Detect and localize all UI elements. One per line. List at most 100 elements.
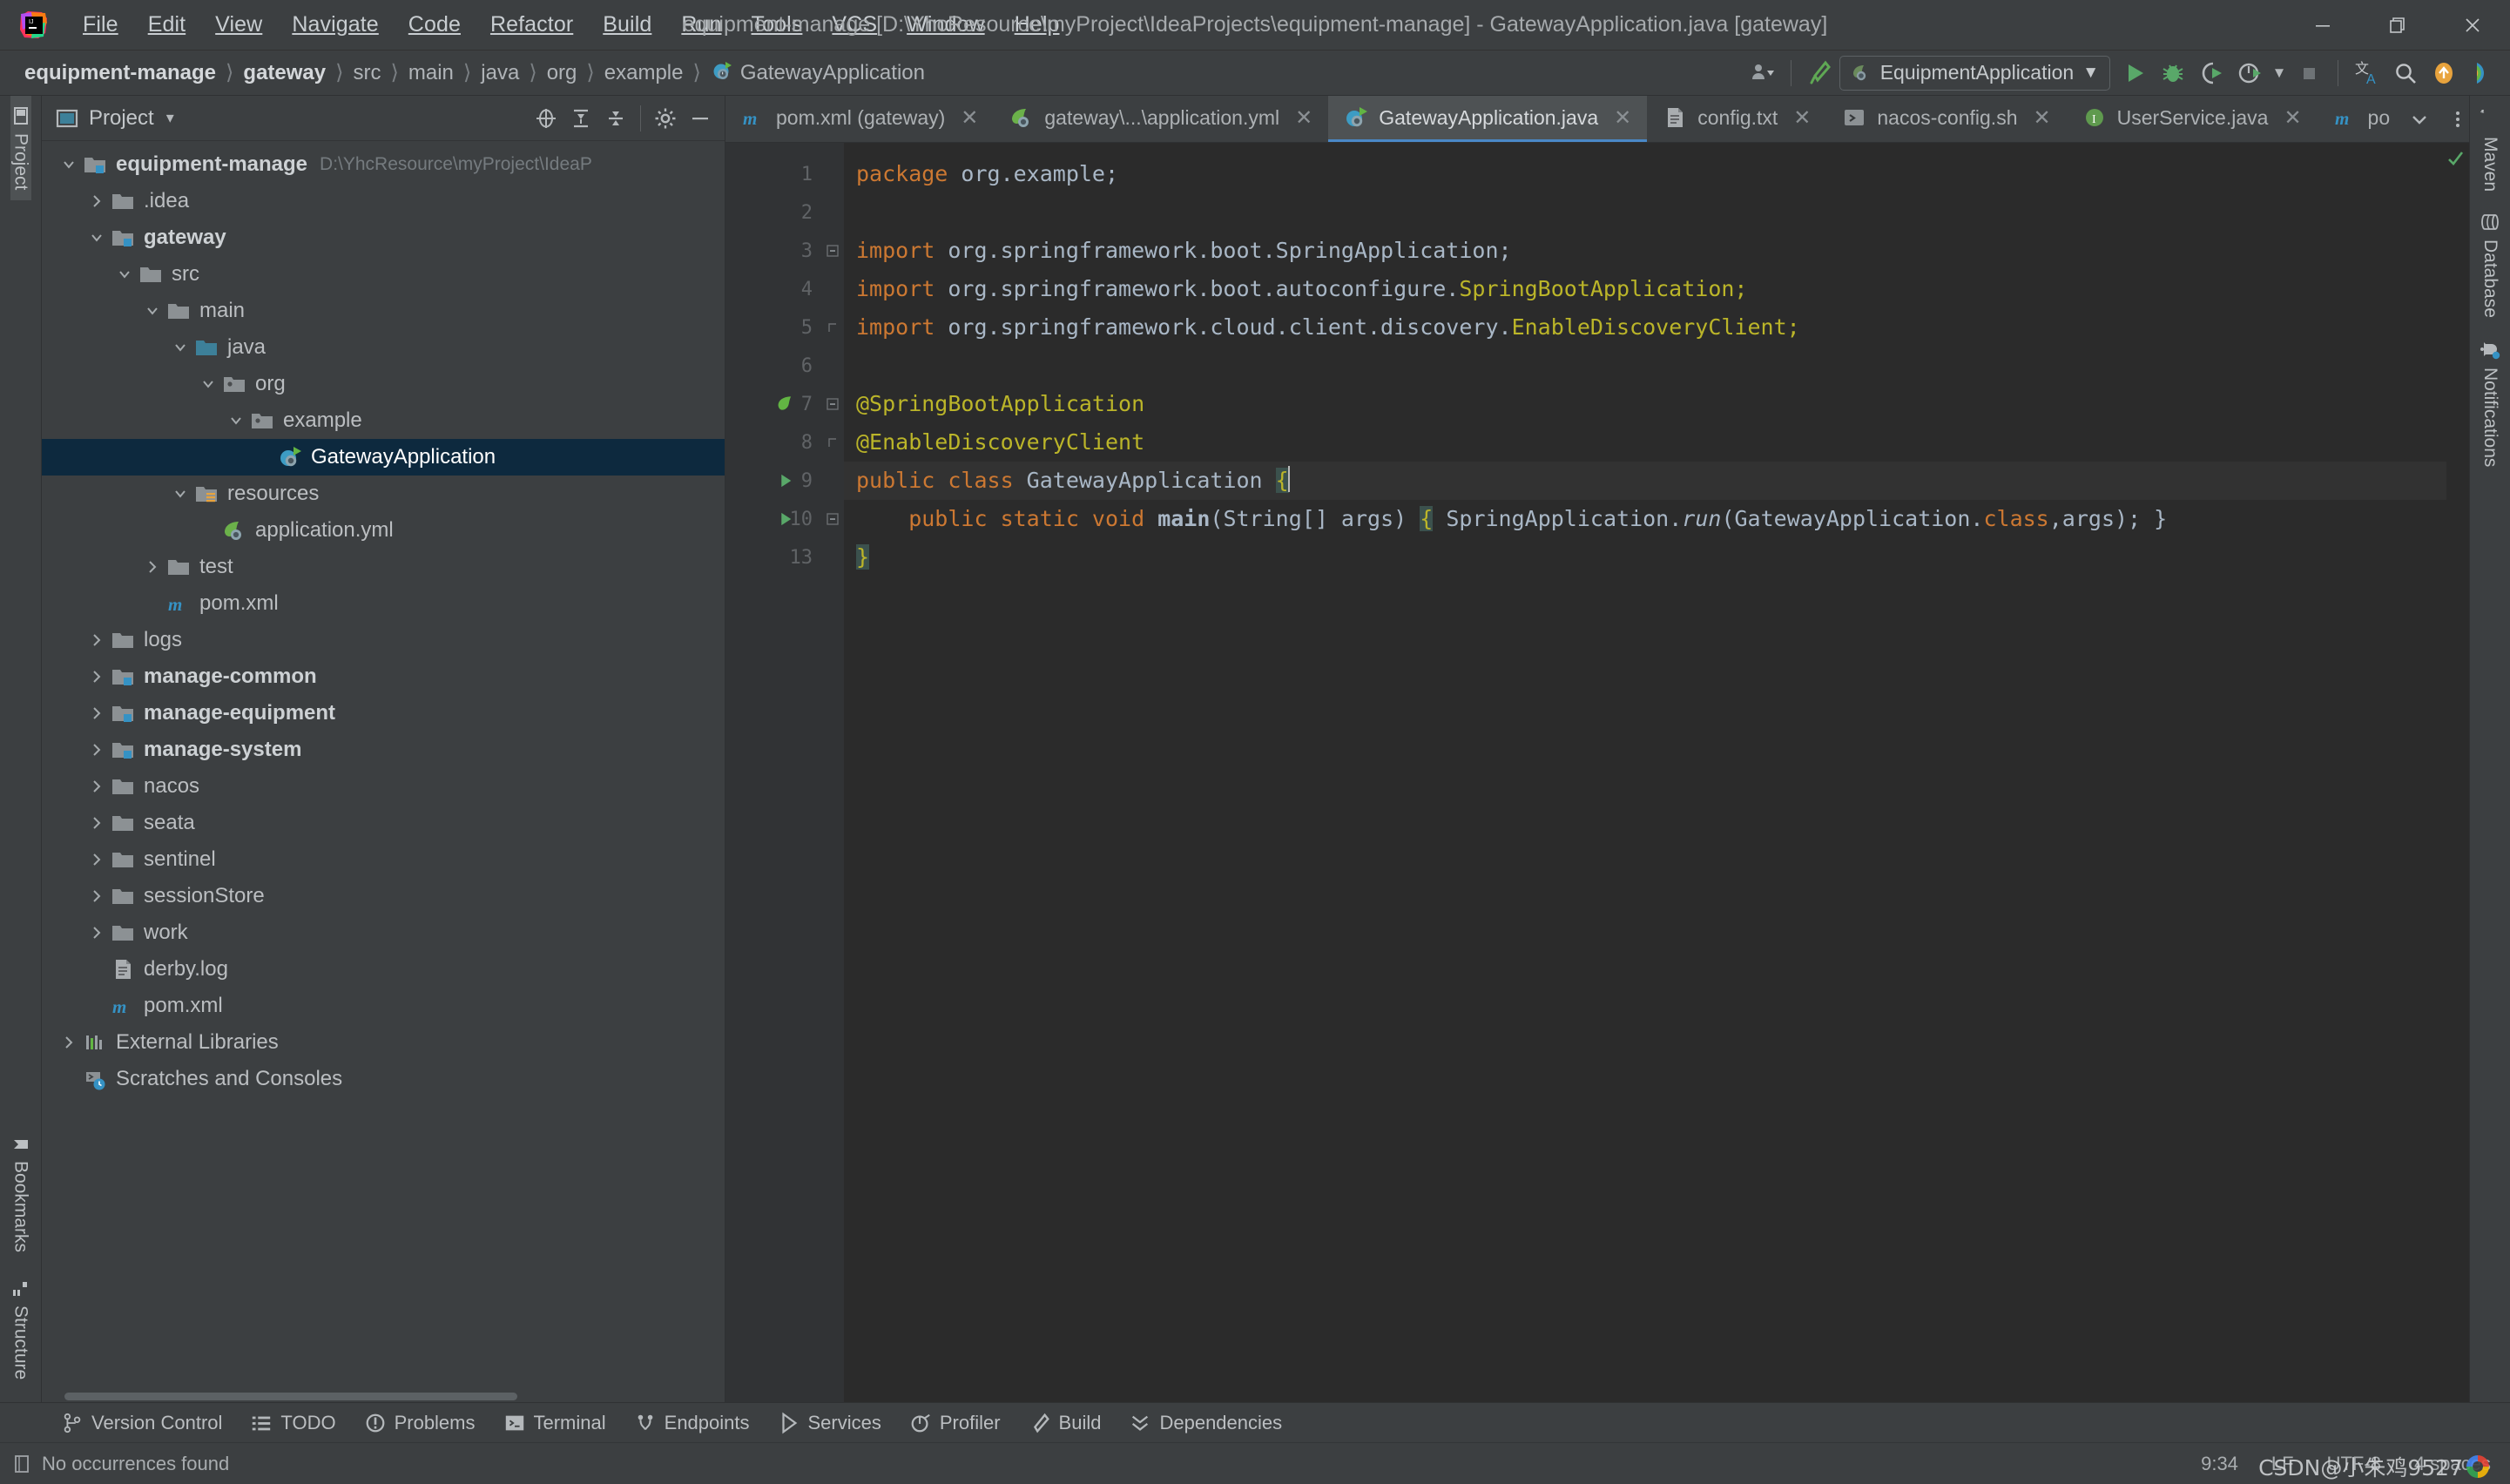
chevron-down-icon[interactable] xyxy=(57,157,80,172)
more-vertical-icon[interactable] xyxy=(2439,100,2469,138)
chevron-right-icon[interactable] xyxy=(85,779,108,794)
bottom-tool-dependencies[interactable]: Dependencies xyxy=(1117,1407,1294,1439)
close-tab-icon[interactable]: ✕ xyxy=(1788,105,1816,131)
fold-marker-slot[interactable] xyxy=(821,462,844,500)
debug-icon[interactable] xyxy=(2154,54,2192,92)
project-view-dropdown-icon[interactable]: ▾ xyxy=(166,109,174,127)
gutter-line[interactable]: 5 xyxy=(725,308,821,347)
menu-run[interactable]: Run xyxy=(666,7,736,43)
editor-tab[interactable]: I UserService.java ✕ xyxy=(2067,96,2318,142)
code-line[interactable]: public class GatewayApplication { xyxy=(844,462,2446,500)
editor-code-content[interactable]: package org.example; import org.springfr… xyxy=(844,143,2446,1402)
user-settings-icon[interactable] xyxy=(1743,54,1781,92)
tree-node[interactable]: manage-common xyxy=(42,658,725,695)
chevron-right-icon[interactable] xyxy=(57,1035,80,1050)
tree-node[interactable]: .idea xyxy=(42,183,725,219)
tree-node[interactable]: m pom.xml xyxy=(42,988,725,1024)
chevron-down-icon[interactable] xyxy=(85,230,108,246)
sidebar-item-structure[interactable]: Structure xyxy=(10,1270,31,1390)
breadcrumb-item-project[interactable]: equipment-manage xyxy=(19,58,221,88)
menu-code[interactable]: Code xyxy=(394,7,476,43)
menu-window[interactable]: Window xyxy=(892,7,1000,43)
menu-build[interactable]: Build xyxy=(588,7,666,43)
breadcrumb-item-src[interactable]: src xyxy=(348,58,387,88)
translate-icon[interactable]: 文 A xyxy=(2348,54,2386,92)
tree-node[interactable]: equipment-manage D:\YhcResource\myProject… xyxy=(42,146,725,183)
tree-node[interactable]: work xyxy=(42,914,725,951)
main-menu[interactable]: File Edit View Navigate Code Refactor Bu… xyxy=(68,7,1074,43)
code-line[interactable]: } xyxy=(844,538,2446,577)
chevron-right-icon[interactable] xyxy=(85,193,108,209)
tree-node[interactable]: resources xyxy=(42,476,725,512)
tree-node[interactable]: gateway xyxy=(42,219,725,256)
run-gutter-icon[interactable] xyxy=(776,500,795,538)
expand-all-icon[interactable] xyxy=(563,101,598,136)
fold-collapse-icon[interactable] xyxy=(827,513,839,525)
chevron-down-icon[interactable] xyxy=(2400,100,2439,138)
chevron-right-icon[interactable] xyxy=(85,705,108,721)
tree-node[interactable]: application.yml xyxy=(42,512,725,549)
sidebar-item-notifications[interactable]: Notifications xyxy=(2480,328,2500,477)
chevron-right-icon[interactable] xyxy=(85,742,108,758)
run-configuration-selector[interactable]: EquipmentApplication ▼ xyxy=(1839,55,2110,91)
updates-icon[interactable] xyxy=(2425,54,2463,92)
code-line[interactable]: import org.springframework.boot.SpringAp… xyxy=(844,232,2446,270)
ok-check-icon[interactable] xyxy=(2446,150,2464,167)
tree-node[interactable]: Scratches and Consoles xyxy=(42,1061,725,1097)
code-line[interactable]: public static void main(String[] args) {… xyxy=(844,500,2446,538)
line-separator[interactable]: LF xyxy=(2271,1453,2294,1475)
tree-node[interactable]: test xyxy=(42,549,725,585)
tree-node[interactable]: sessionStore xyxy=(42,878,725,914)
chevron-down-icon[interactable] xyxy=(169,486,192,502)
fold-marker-slot[interactable] xyxy=(821,308,844,347)
gutter-line[interactable]: 4 xyxy=(725,270,821,308)
breadcrumb-item-java[interactable]: java xyxy=(476,58,524,88)
ide-feature-icon[interactable] xyxy=(2463,54,2501,92)
editor-tab[interactable]: gateway\...\application.yml ✕ xyxy=(994,96,1328,142)
bottom-tool-build[interactable]: Build xyxy=(1016,1407,1114,1439)
tree-node[interactable]: External Libraries xyxy=(42,1024,725,1061)
chevron-down-icon[interactable] xyxy=(113,266,136,282)
tree-node[interactable]: sentinel xyxy=(42,841,725,878)
tree-node[interactable]: GatewayApplication xyxy=(42,439,725,476)
breadcrumb-item-main[interactable]: main xyxy=(403,58,459,88)
editor-tab[interactable]: m po xyxy=(2318,96,2401,142)
tree-node[interactable]: nacos xyxy=(42,768,725,805)
run-gutter-icon[interactable] xyxy=(776,462,795,500)
code-line[interactable]: @EnableDiscoveryClient xyxy=(844,423,2446,462)
gutter-line[interactable]: 6 xyxy=(725,347,821,385)
search-everywhere-icon[interactable] xyxy=(2386,54,2425,92)
bottom-tool-services[interactable]: Services xyxy=(766,1407,894,1439)
file-encoding[interactable]: UTF-8 xyxy=(2327,1453,2381,1475)
fold-marker-slot[interactable] xyxy=(821,385,844,423)
chevron-right-icon[interactable] xyxy=(85,925,108,941)
build-hammer-icon[interactable] xyxy=(1801,54,1839,92)
breadcrumb-item-org[interactable]: org xyxy=(542,58,583,88)
close-button[interactable] xyxy=(2435,0,2510,51)
project-tree[interactable]: equipment-manage D:\YhcResource\myProject… xyxy=(42,141,725,1390)
tree-node[interactable]: manage-system xyxy=(42,732,725,768)
tree-node[interactable]: org xyxy=(42,366,725,402)
fold-collapse-icon[interactable] xyxy=(827,245,839,257)
menu-help[interactable]: Help xyxy=(1000,7,1075,43)
fold-marker-slot[interactable] xyxy=(821,232,844,270)
tree-node[interactable]: java xyxy=(42,329,725,366)
menu-refactor[interactable]: Refactor xyxy=(476,7,588,43)
gutter-line[interactable]: 9 xyxy=(725,462,821,500)
run-with-coverage-icon[interactable] xyxy=(2192,54,2230,92)
chevron-down-icon[interactable] xyxy=(169,340,192,355)
chevron-right-icon[interactable] xyxy=(85,888,108,904)
editor-tab[interactable]: nacos-config.sh ✕ xyxy=(1826,96,2066,142)
chevron-right-icon[interactable] xyxy=(141,559,164,575)
gutter-line[interactable]: 10 xyxy=(725,500,821,538)
chevron-right-icon[interactable] xyxy=(85,632,108,648)
tree-node[interactable]: manage-equipment xyxy=(42,695,725,732)
menu-edit[interactable]: Edit xyxy=(133,7,200,43)
gutter-line[interactable]: 1 xyxy=(725,155,821,193)
run-icon[interactable] xyxy=(2115,54,2154,92)
breadcrumb-item-example[interactable]: example xyxy=(599,58,689,88)
menu-vcs[interactable]: VCS xyxy=(817,7,892,43)
sidebar-item-maven[interactable]: m Maven xyxy=(2480,99,2500,202)
tree-node[interactable]: main xyxy=(42,293,725,329)
caret-position[interactable]: 9:34 xyxy=(2201,1453,2238,1475)
